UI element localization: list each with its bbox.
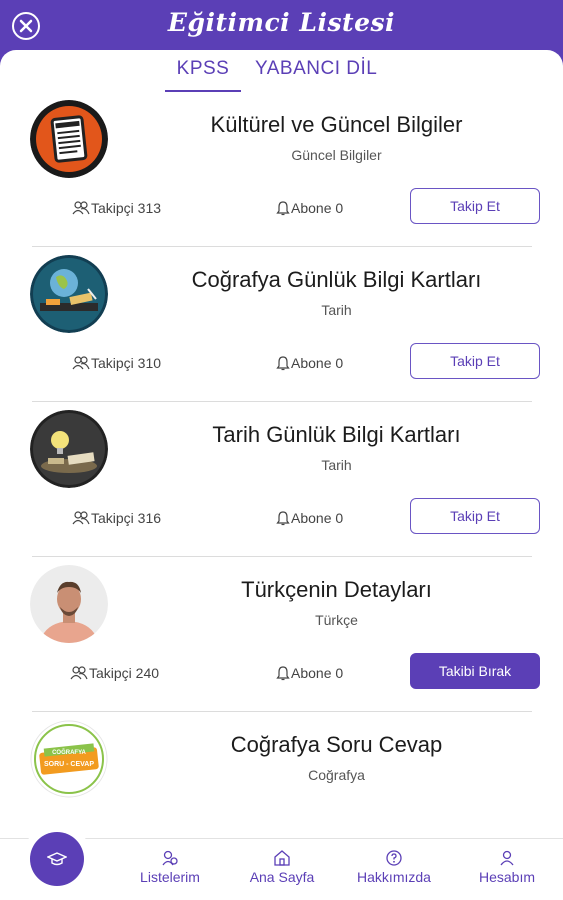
lists-icon [162, 850, 178, 866]
subscriber-count: Abone 0 [276, 665, 343, 681]
follow-button[interactable]: Takip Et [410, 498, 540, 534]
home-icon [274, 850, 290, 866]
subscriber-count: Abone 0 [276, 510, 343, 526]
avatar [30, 255, 108, 333]
nav-hakkimizda[interactable]: Hakkımızda [352, 849, 436, 885]
avatar: COĞRAFYA SORU - CEVAP [30, 720, 108, 798]
nav-listelerim[interactable]: Listelerim [135, 849, 205, 885]
subscriber-count: Abone 0 [276, 355, 343, 371]
page-title: Eğitimci Listesi [167, 8, 396, 37]
graduation-cap-icon [47, 852, 67, 866]
follow-button[interactable]: Takip Et [410, 188, 540, 224]
education-fab-button[interactable] [30, 832, 84, 886]
item-title: Coğrafya Soru Cevap [230, 732, 443, 757]
badge-subtitle: SORU - CEVAP [44, 761, 94, 768]
user-icon [500, 850, 514, 866]
help-icon [386, 850, 402, 866]
avatar [30, 410, 108, 488]
item-title: Kültürel ve Güncel Bilgiler [210, 112, 463, 137]
tab-bar: KPSS YABANCI DİL [0, 58, 563, 92]
bell-icon [276, 356, 290, 371]
list-item[interactable]: Türkçenin Detayları Türkçe Takipçi 240 A… [0, 557, 563, 712]
item-subtitle: Türkçe [315, 612, 358, 628]
unfollow-button[interactable]: Takibi Bırak [410, 653, 540, 689]
follower-count: Takipçi 310 [72, 355, 161, 371]
item-subtitle: Coğrafya [308, 767, 365, 783]
follow-button[interactable]: Takip Et [410, 343, 540, 379]
content-sheet: KPSS YABANCI DİL Kültürel ve Güncel Bilg… [0, 50, 563, 900]
nav-hesabim[interactable]: Hesabım [474, 849, 540, 885]
list-item[interactable]: Kültürel ve Güncel Bilgiler Güncel Bilgi… [0, 92, 563, 247]
subscriber-count: Abone 0 [276, 200, 343, 216]
item-title: Türkçenin Detayları [241, 577, 432, 602]
item-title: Tarih Günlük Bilgi Kartları [212, 422, 461, 447]
bell-icon [276, 511, 290, 526]
avatar [30, 100, 108, 178]
tab-kpss[interactable]: KPSS [165, 58, 241, 92]
bottom-navigation: Listelerim Ana Sayfa Hakkımızda Hesabım [0, 832, 563, 900]
follower-count: Takipçi 313 [72, 200, 161, 216]
list-item[interactable]: Coğrafya Günlük Bilgi Kartları Tarih Tak… [0, 247, 563, 402]
bell-icon [276, 201, 290, 216]
avatar [30, 565, 108, 643]
item-title: Coğrafya Günlük Bilgi Kartları [191, 267, 482, 292]
list-item[interactable]: Tarih Günlük Bilgi Kartları Tarih Takipç… [0, 402, 563, 557]
badge-title: COĞRAFYA [52, 748, 86, 756]
item-subtitle: Tarih [321, 457, 352, 473]
follower-count: Takipçi 316 [72, 510, 161, 526]
people-icon [72, 356, 90, 370]
item-subtitle: Güncel Bilgiler [291, 147, 382, 163]
nav-ana-sayfa[interactable]: Ana Sayfa [246, 849, 318, 885]
people-icon [72, 201, 90, 215]
people-icon [70, 666, 88, 680]
item-subtitle: Tarih [321, 302, 352, 318]
people-icon [72, 511, 90, 525]
tab-yabanci-dil[interactable]: YABANCI DİL [255, 58, 395, 92]
bell-icon [276, 666, 290, 681]
follower-count: Takipçi 240 [70, 665, 159, 681]
